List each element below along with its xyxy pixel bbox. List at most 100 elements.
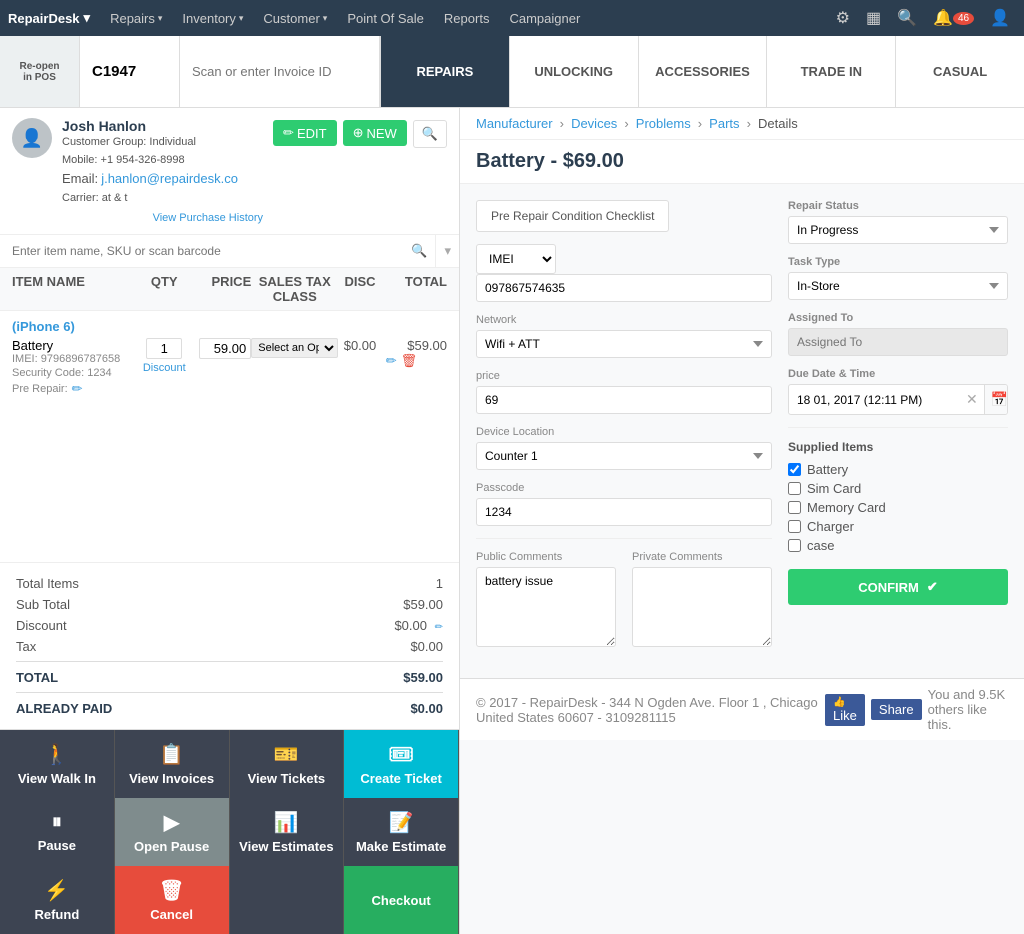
invoice-id-input[interactable]: [80, 36, 180, 107]
total-items-val: 1: [436, 576, 443, 591]
repair-status-select[interactable]: In Progress: [788, 216, 1008, 244]
totals-section: Total Items 1 Sub Total $59.00 Discount …: [0, 562, 459, 729]
nav-repairs[interactable]: Repairs ▾: [102, 0, 170, 36]
edit-discount-icon[interactable]: ✏: [435, 622, 443, 633]
total-items-label: Total Items: [16, 576, 79, 591]
item-price-input[interactable]: [199, 338, 251, 359]
notification-icon[interactable]: 🔔46: [927, 8, 980, 28]
refund-button[interactable]: ⚡ Refund: [0, 866, 115, 934]
breadcrumb: Manufacturer › Devices › Problems › Part…: [460, 108, 1024, 140]
make-estimate-icon: 📝: [389, 810, 414, 835]
search-icon[interactable]: 🔍: [891, 8, 923, 28]
supplied-items-section: Supplied Items Battery Sim Card Memory C…: [788, 440, 1008, 553]
price-input[interactable]: [476, 386, 772, 414]
tab-unlocking[interactable]: UNLOCKING: [509, 36, 638, 107]
case-label: case: [807, 538, 834, 553]
pre-repair-edit-icon[interactable]: ✏: [72, 381, 83, 397]
network-select[interactable]: Wifi + ATT: [476, 330, 772, 358]
item-tax-select[interactable]: Select an Opti...: [251, 338, 338, 358]
view-tickets-button[interactable]: 🎫 View Tickets: [230, 730, 345, 798]
breadcrumb-details[interactable]: Details: [758, 116, 798, 131]
item-qty-input[interactable]: [146, 338, 182, 359]
private-comments-textarea[interactable]: [632, 567, 772, 647]
battery-checkbox[interactable]: [788, 463, 801, 476]
search-cust-icon: 🔍: [422, 126, 438, 141]
cancel-button[interactable]: 🗑 Cancel: [115, 866, 230, 934]
pause-icon: ⏸: [52, 811, 62, 834]
tabs-header: REPAIRS UNLOCKING ACCESSORIES TRADE IN C…: [380, 36, 1024, 107]
brand-logo[interactable]: RepairDesk ▾: [8, 10, 90, 26]
case-checkbox[interactable]: [788, 539, 801, 552]
new-customer-button[interactable]: ⊕ NEW: [343, 120, 407, 146]
reopen-button[interactable]: Re-openin POS: [0, 36, 80, 107]
open-pause-button[interactable]: ▶ Open Pause: [115, 798, 230, 866]
repair-status-label: Repair Status: [788, 200, 1008, 212]
date-clear-icon[interactable]: ✕: [960, 385, 984, 414]
second-row: Re-openin POS REPAIRS UNLOCKING ACCESSOR…: [0, 36, 1024, 108]
delete-item-icon[interactable]: 🗑: [401, 353, 418, 369]
barcode-icon[interactable]: ▦: [860, 8, 887, 28]
memory-checkbox[interactable]: [788, 501, 801, 514]
discount-link[interactable]: Discount: [143, 362, 186, 374]
tab-casual[interactable]: CASUAL: [895, 36, 1024, 107]
edit-icon: ✏: [283, 125, 294, 141]
task-type-select[interactable]: In-Store: [788, 272, 1008, 300]
device-location-label: Device Location: [476, 426, 772, 438]
header-tax: SALES TAX CLASS: [251, 274, 338, 304]
view-estimates-button[interactable]: 📊 View Estimates: [230, 798, 345, 866]
like-button[interactable]: 👍 Like: [825, 694, 865, 726]
confirm-button[interactable]: CONFIRM ✔: [788, 569, 1008, 605]
device-location-select[interactable]: Counter 1: [476, 442, 772, 470]
breadcrumb-parts[interactable]: Parts: [709, 116, 739, 131]
nav-reports[interactable]: Reports: [436, 0, 498, 36]
breadcrumb-problems[interactable]: Problems: [636, 116, 691, 131]
customer-name: Josh Hanlon: [62, 118, 263, 134]
tab-repairs[interactable]: REPAIRS: [380, 36, 509, 107]
nav-customer[interactable]: Customer ▾: [255, 0, 335, 36]
customer-email-link[interactable]: j.hanlon@repairdesk.co: [101, 171, 238, 186]
due-date-input[interactable]: [789, 387, 960, 413]
device-group: (iPhone 6): [12, 319, 447, 334]
checkout-button[interactable]: Checkout: [344, 866, 459, 934]
search-customer-button[interactable]: 🔍: [413, 120, 447, 148]
memory-label: Memory Card: [807, 500, 886, 515]
invoice-search-input[interactable]: [180, 36, 380, 107]
breadcrumb-manufacturer[interactable]: Manufacturer: [476, 116, 553, 131]
pre-repair-checklist-button[interactable]: Pre Repair Condition Checklist: [476, 200, 669, 232]
passcode-label: Passcode: [476, 482, 772, 494]
imei-type-select[interactable]: IMEI: [476, 244, 556, 274]
user-avatar-icon[interactable]: 👤: [984, 8, 1016, 28]
create-ticket-button[interactable]: 🎟 Create Ticket: [344, 730, 459, 798]
edit-customer-button[interactable]: ✏ EDIT: [273, 120, 337, 146]
item-search-icon[interactable]: 🔍: [403, 235, 435, 267]
breadcrumb-devices[interactable]: Devices: [571, 116, 617, 131]
cancel-icon: 🗑: [159, 878, 184, 903]
tab-accessories[interactable]: ACCESSORIES: [638, 36, 767, 107]
item-price: [186, 338, 251, 359]
edit-item-icon[interactable]: ✏: [386, 353, 397, 369]
nav-inventory[interactable]: Inventory ▾: [174, 0, 251, 36]
view-history-link[interactable]: View Purchase History: [62, 212, 263, 224]
sim-checkbox[interactable]: [788, 482, 801, 495]
view-invoices-button[interactable]: 📋 View Invoices: [115, 730, 230, 798]
social-text: You and 9.5K others like this.: [928, 687, 1008, 732]
imei-input[interactable]: [476, 274, 772, 302]
settings-icon[interactable]: ⚙: [830, 8, 856, 28]
tab-trade-in[interactable]: TRADE IN: [766, 36, 895, 107]
passcode-input[interactable]: [476, 498, 772, 526]
share-button[interactable]: Share: [871, 699, 922, 720]
assigned-to-input[interactable]: [788, 328, 1008, 356]
pause-button[interactable]: ⏸ Pause: [0, 798, 115, 866]
breadcrumb-sep-2: ›: [624, 116, 628, 131]
breadcrumb-sep-1: ›: [560, 116, 564, 131]
nav-pos[interactable]: Point Of Sale: [339, 0, 432, 36]
view-walk-in-button[interactable]: 🚶 View Walk In: [0, 730, 115, 798]
item-filter-icon[interactable]: ▾: [435, 235, 459, 267]
calendar-icon[interactable]: 📅: [984, 385, 1008, 414]
nav-campaigner[interactable]: Campaigner: [501, 0, 588, 36]
item-search-input[interactable]: [0, 235, 403, 267]
make-estimate-button[interactable]: 📝 Make Estimate: [344, 798, 459, 866]
public-comments-textarea[interactable]: battery issue: [476, 567, 616, 647]
charger-checkbox[interactable]: [788, 520, 801, 533]
item-pre-repair: Pre Repair: ✏: [12, 381, 143, 397]
